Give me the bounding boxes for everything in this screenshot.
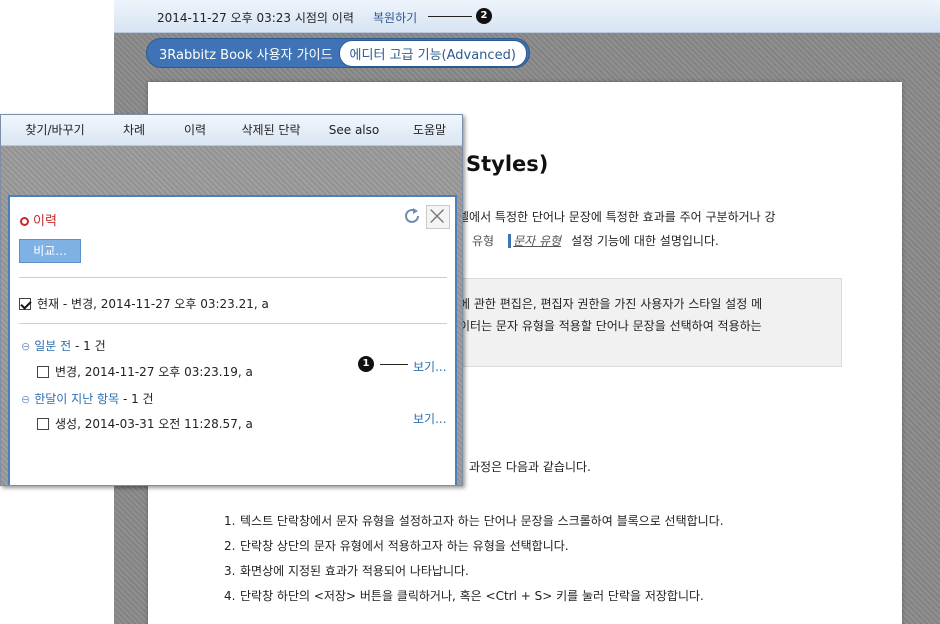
tab-help[interactable]: 도움말: [397, 115, 462, 146]
callout-line-2: [428, 16, 472, 17]
callout-badge-1: 1: [358, 356, 374, 372]
tab-history[interactable]: 이력: [159, 115, 231, 146]
section-heading: Styles): [466, 152, 549, 176]
text-fragment: 설정 기능에 대한 설명입니다.: [571, 234, 719, 248]
close-icon: [430, 209, 444, 223]
procedure-intro: 과정은 다음과 같습니다.: [469, 460, 591, 474]
callout-badge-2: 2: [476, 8, 492, 24]
list-item: 2. 단락창 상단의 문자 유형에서 적용하고자 하는 유형을 선택합니다.: [224, 539, 569, 553]
divider: [19, 277, 447, 278]
breadcrumb-current-chapter[interactable]: 에디터 고급 기능(Advanced): [338, 39, 527, 67]
history-entry-checkbox[interactable]: [37, 418, 49, 430]
tab-see-also[interactable]: See also: [311, 115, 397, 146]
callout-line-1: [380, 364, 408, 365]
note-line-1: 에 관한 편집은, 편집자 권한을 가진 사용자가 스타일 설정 메: [459, 297, 763, 311]
snapshot-timestamp: 2014-11-27 오후 03:23 시점의 이력: [157, 11, 354, 25]
procedure-steps: 1. 텍스트 단락창에서 문자 유형을 설정하고자 하는 단어나 문장을 스크롤하…: [224, 512, 864, 612]
divider: [19, 323, 447, 324]
view-link[interactable]: 보기...: [413, 410, 447, 427]
list-item[interactable]: 변경, 2014-11-27 오후 03:23.19, a: [37, 363, 253, 380]
close-button[interactable]: [426, 205, 450, 229]
char-style-sample: 문자 유형: [508, 234, 562, 248]
tab-find-replace[interactable]: 찾기/바꾸기: [1, 115, 109, 146]
breadcrumb-book-link[interactable]: 3Rabbitz Book 사용자 가이드: [159, 44, 333, 63]
history-dialog: 이력 비교... 현재 - 변경, 2014-11-27 오후 03:23.21…: [8, 195, 457, 485]
paragraph-intro-line1: 셀에서 특정한 단어나 문장에 특정한 효과를 주어 구분하거나 강: [458, 210, 776, 224]
note-box: 에 관한 편집은, 편집자 권한을 가진 사용자가 스타일 설정 메 이터는 문…: [458, 278, 842, 367]
list-item: 3. 화면상에 지정된 효과가 적용되어 나타납니다.: [224, 564, 469, 578]
note-line-2: 이터는 문자 유형을 적용할 단어나 문장을 선택하여 적용하는: [459, 319, 762, 333]
side-panel: 찾기/바꾸기 차례 이력 삭제된 단락 See also 도움말 이력 비교..…: [0, 114, 463, 486]
paragraph-intro-line2: 유형 문자 유형 설정 기능에 대한 설명입니다.: [472, 232, 719, 249]
collapse-icon[interactable]: ⊖: [21, 340, 30, 353]
history-group-over-month[interactable]: ⊖ 한달이 지난 항목 - 1 건: [21, 390, 154, 407]
tab-toc[interactable]: 차례: [109, 115, 159, 146]
tab-deleted-paragraphs[interactable]: 삭제된 단락: [231, 115, 311, 146]
history-ring-icon: [20, 217, 29, 226]
refresh-icon[interactable]: [402, 206, 422, 226]
history-current-entry[interactable]: 현재 - 변경, 2014-11-27 오후 03:23.21, a: [19, 295, 269, 312]
list-item[interactable]: 생성, 2014-03-31 오전 11:28.57, a: [37, 415, 253, 432]
panel-tabs: 찾기/바꾸기 차례 이력 삭제된 단락 See also 도움말: [1, 115, 462, 146]
history-title: 이력: [20, 210, 57, 229]
history-snapshot-bar: 2014-11-27 오후 03:23 시점의 이력 복원하기 2: [114, 0, 940, 33]
compare-button[interactable]: 비교...: [19, 239, 81, 263]
breadcrumb: 3Rabbitz Book 사용자 가이드 에디터 고급 기능(Advanced…: [146, 38, 530, 68]
restore-link[interactable]: 복원하기: [373, 9, 417, 26]
collapse-icon[interactable]: ⊖: [21, 393, 30, 406]
current-entry-checkbox[interactable]: [19, 298, 31, 310]
history-entry-checkbox[interactable]: [37, 366, 49, 378]
text-fragment: 유형: [472, 234, 495, 248]
view-link[interactable]: 보기...: [413, 358, 447, 375]
history-group-minute-ago[interactable]: ⊖ 일분 전 - 1 건: [21, 337, 106, 354]
list-item: 1. 텍스트 단락창에서 문자 유형을 설정하고자 하는 단어나 문장을 스크롤하…: [224, 514, 724, 528]
list-item: 4. 단락창 하단의 <저장> 버튼을 클릭하거나, 혹은 <Ctrl + S> …: [224, 589, 704, 603]
